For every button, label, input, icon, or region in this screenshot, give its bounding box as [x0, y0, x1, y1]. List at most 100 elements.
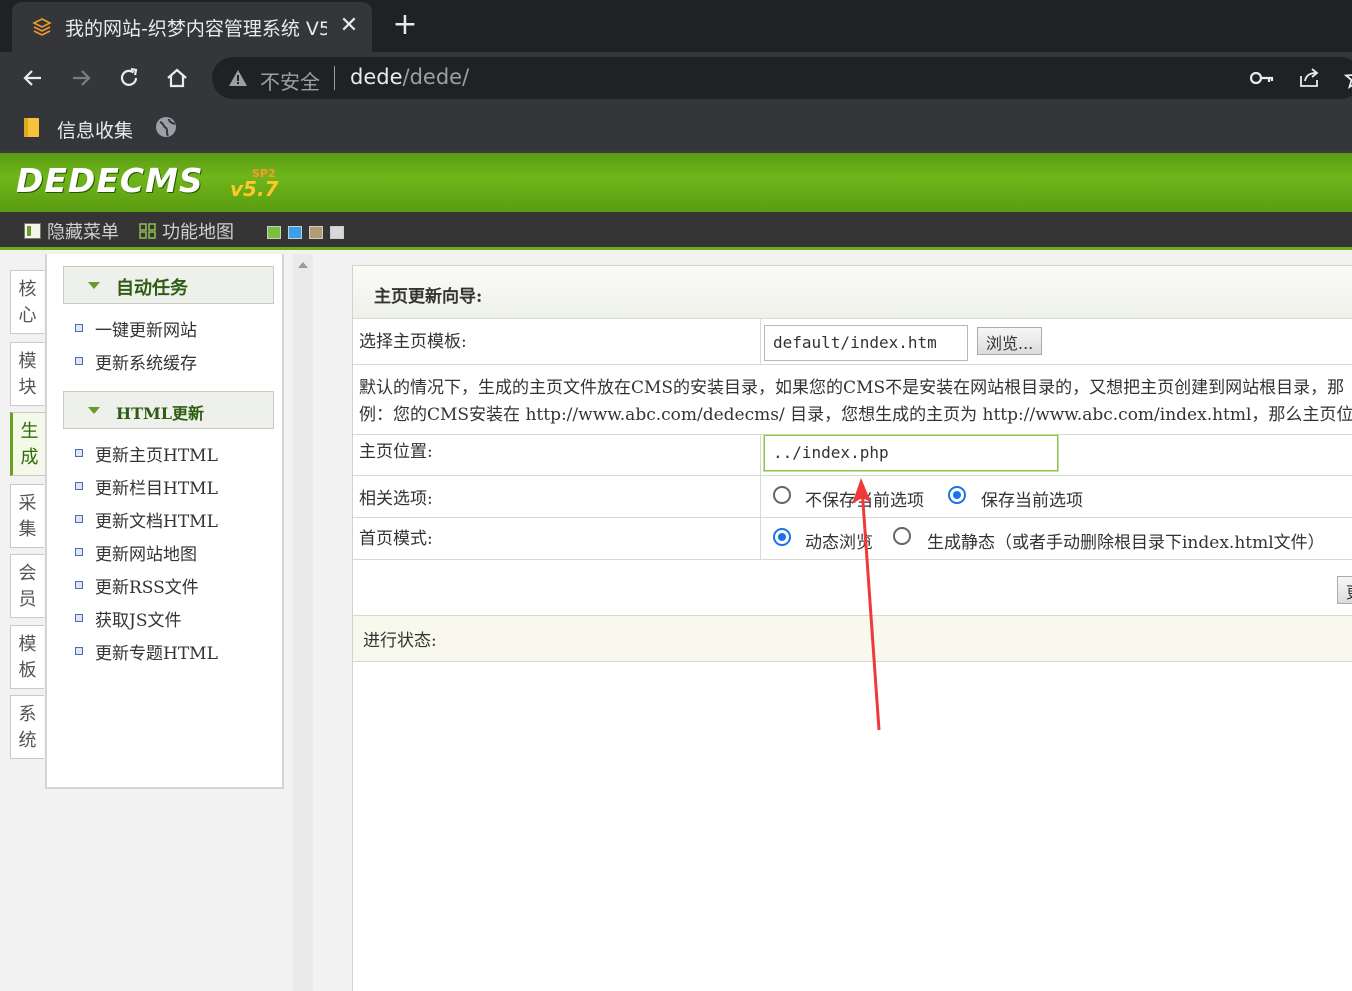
save-label: 保存当前选项: [981, 491, 1083, 511]
skin-blue-button[interactable]: [288, 226, 302, 239]
dedecms-subbar: 隐藏菜单 功能地图: [0, 212, 1352, 250]
bullet-icon: [75, 482, 83, 490]
share-icon[interactable]: [1297, 66, 1321, 90]
column-divider: [760, 435, 761, 476]
menu-group-title: 自动任务: [116, 278, 188, 299]
expand-caret-icon: [88, 407, 100, 414]
menu-item-label: 更新主页HTML: [95, 445, 218, 466]
template-input[interactable]: default/index.htm: [764, 325, 968, 361]
address-bar[interactable]: 不安全 dede/dede/: [212, 57, 1352, 99]
menu-item-update-column-html[interactable]: 更新栏目HTML: [75, 474, 218, 499]
radio-dynamic[interactable]: [773, 528, 791, 546]
mode-label: 首页模式:: [359, 529, 433, 549]
menu-item-label: 更新RSS文件: [95, 577, 199, 598]
options-label: 相关选项:: [359, 489, 433, 509]
side-tab-generate[interactable]: 生成: [10, 412, 46, 476]
update-button[interactable]: 更: [1337, 576, 1352, 604]
menu-item-label: 更新网站地图: [95, 544, 197, 565]
menu-item-update-topic-html[interactable]: 更新专题HTML: [75, 639, 218, 664]
browser-tab-bar: 我的网站-织梦内容管理系统 V57 ✕ +: [0, 0, 1352, 52]
frame-scrollbar[interactable]: [293, 254, 313, 991]
column-divider: [760, 319, 761, 365]
dedecms-favicon-icon: [32, 18, 52, 36]
form-title: 主页更新向导:: [374, 287, 483, 307]
browse-button[interactable]: 浏览...: [977, 327, 1043, 355]
menu-item-get-js[interactable]: 获取JS文件: [75, 606, 182, 631]
bookmark-star-icon[interactable]: [1344, 66, 1352, 90]
template-label: 选择主页模板:: [359, 332, 467, 352]
side-tab-collect[interactable]: 采集: [10, 484, 44, 548]
bullet-icon: [75, 548, 83, 556]
new-tab-icon[interactable]: +: [390, 10, 420, 40]
menu-item-label: 更新文档HTML: [95, 511, 218, 532]
menu-item-label: 一键更新网站: [95, 320, 197, 341]
bookmark-info-collect[interactable]: 信息收集: [57, 116, 133, 143]
bookmarks-bar: 信息收集: [0, 104, 1352, 150]
radio-no-save[interactable]: [773, 486, 791, 504]
browser-tab[interactable]: 我的网站-织梦内容管理系统 V57 ✕: [12, 2, 372, 52]
left-menu-panel: 自动任务 一键更新网站 更新系统缓存 HTML更新 更新主页HTML 更新栏目H…: [45, 254, 284, 789]
bullet-icon: [75, 581, 83, 589]
key-icon[interactable]: [1250, 67, 1274, 89]
grid-icon: [139, 223, 156, 239]
menu-item-update-cache[interactable]: 更新系统缓存: [75, 349, 197, 374]
browser-toolbar: 不安全 dede/dede/: [0, 52, 1352, 104]
expand-caret-icon: [88, 282, 100, 289]
folder-icon[interactable]: [22, 116, 42, 138]
side-tab-core[interactable]: 核心: [10, 270, 44, 334]
side-tab-system[interactable]: 系统: [10, 695, 44, 759]
logo-version: v5.7: [230, 177, 279, 201]
menu-item-update-sitemap[interactable]: 更新网站地图: [75, 540, 197, 565]
menu-item-label: 更新系统缓存: [95, 353, 197, 374]
status-label: 进行状态:: [363, 631, 437, 651]
form-title-row: 主页更新向导:: [353, 266, 1352, 319]
tab-close-icon[interactable]: ✕: [337, 14, 361, 38]
bullet-icon: [75, 324, 83, 332]
radio-save[interactable]: [948, 486, 966, 504]
menu-group-html-update[interactable]: HTML更新: [63, 391, 274, 429]
site-map-button[interactable]: 功能地图: [139, 220, 234, 243]
logo-sp: SP2: [252, 167, 276, 180]
back-icon[interactable]: [17, 62, 49, 94]
dedecms-logo: DEDECMS: [16, 161, 204, 200]
not-secure-label: 不安全: [260, 70, 320, 94]
skin-gray-button[interactable]: [330, 226, 344, 239]
skin-brown-button[interactable]: [309, 226, 323, 239]
description-row: 默认的情况下，生成的主页文件放在CMS的安装目录，如果您的CMS不是安装在网站根…: [353, 365, 1352, 435]
menu-group-title: HTML更新: [116, 404, 204, 423]
bullet-icon: [75, 449, 83, 457]
template-row: 选择主页模板: default/index.htm 浏览...: [353, 319, 1352, 365]
url-text[interactable]: dede/dede/: [350, 65, 469, 89]
menu-item-update-site[interactable]: 一键更新网站: [75, 316, 197, 341]
globe-icon[interactable]: [155, 116, 177, 138]
skin-green-button[interactable]: [267, 226, 281, 239]
reload-icon[interactable]: [113, 62, 145, 94]
bullet-icon: [75, 515, 83, 523]
url-host: dede: [350, 65, 403, 89]
side-tab-modules[interactable]: 模块: [10, 342, 44, 406]
home-icon[interactable]: [161, 62, 193, 94]
menu-group-auto-tasks[interactable]: 自动任务: [63, 266, 274, 304]
side-tab-templates[interactable]: 模板: [10, 625, 44, 689]
static-label: 生成静态（或者手动删除根目录下index.html文件）: [927, 533, 1325, 553]
tab-title: 我的网站-织梦内容管理系统 V57: [65, 18, 327, 40]
description-line-1: 默认的情况下，生成的主页文件放在CMS的安装目录，如果您的CMS不是安装在网站根…: [359, 378, 1345, 398]
menu-item-label: 更新栏目HTML: [95, 478, 218, 499]
hide-menu-button[interactable]: 隐藏菜单: [24, 220, 119, 243]
bullet-icon: [75, 357, 83, 365]
bullet-icon: [75, 614, 83, 622]
menu-item-update-rss[interactable]: 更新RSS文件: [75, 573, 199, 598]
column-divider: [760, 518, 761, 560]
menu-item-label: 获取JS文件: [95, 610, 182, 631]
menu-item-update-home-html[interactable]: 更新主页HTML: [75, 441, 218, 466]
dedecms-header: DEDECMS v5.7 SP2: [0, 150, 1352, 212]
forward-icon[interactable]: [65, 62, 97, 94]
scroll-up-arrow-icon[interactable]: [298, 262, 308, 268]
side-tab-members[interactable]: 会员: [10, 554, 44, 618]
hide-menu-icon: [24, 223, 41, 239]
location-input[interactable]: ../index.php: [764, 435, 1058, 471]
site-map-label: 功能地图: [162, 222, 234, 243]
menu-item-update-doc-html[interactable]: 更新文档HTML: [75, 507, 218, 532]
hide-menu-label: 隐藏菜单: [47, 222, 119, 243]
warning-icon[interactable]: [228, 68, 248, 88]
